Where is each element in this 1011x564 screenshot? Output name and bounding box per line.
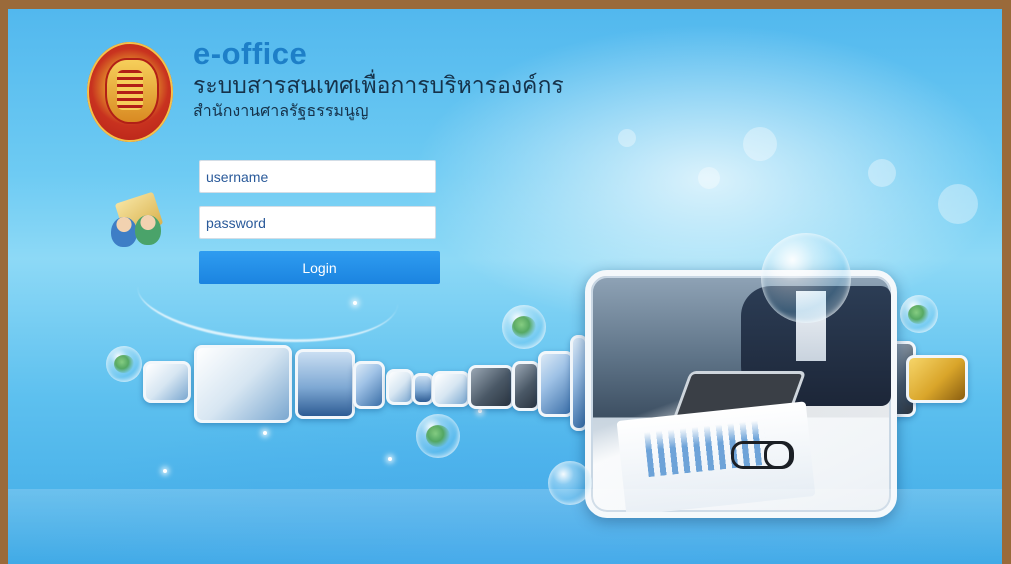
globe-bubble-icon	[502, 305, 546, 349]
sparkle	[263, 431, 267, 435]
court-emblem-icon	[87, 42, 173, 142]
globe-bubble-icon	[106, 346, 142, 382]
bokeh-light	[698, 167, 720, 189]
app-title: e-office	[193, 36, 308, 71]
strip-photo-tile	[353, 361, 385, 409]
featured-business-photo	[585, 270, 897, 518]
strip-photo-tile	[468, 365, 514, 409]
strip-photo-tile	[194, 345, 292, 423]
globe-bubble-icon	[900, 295, 938, 333]
strip-photo-tile	[143, 361, 191, 403]
header-title-block: e-office ระบบสารสนเทศเพื่อการบริหารองค์ก…	[193, 37, 564, 123]
bokeh-light	[618, 129, 636, 147]
strip-photo-tile	[906, 355, 968, 403]
sparkle	[478, 409, 482, 413]
bokeh-light	[938, 184, 978, 224]
username-input[interactable]	[199, 160, 436, 193]
bubble	[761, 233, 851, 323]
system-subtitle: ระบบสารสนเทศเพื่อการบริหารองค์กร	[193, 72, 564, 98]
strip-photo-tile	[538, 351, 574, 417]
sparkle	[163, 469, 167, 473]
strip-photo-tile	[512, 361, 540, 411]
strip-reflection	[8, 489, 1002, 564]
organization-name: สำนักงานศาลรัฐธรรมนูญ	[193, 103, 369, 120]
photo-glasses	[731, 441, 794, 469]
login-page-background: e-office ระบบสารสนเทศเพื่อการบริหารองค์ก…	[8, 9, 1002, 564]
bokeh-light	[868, 159, 896, 187]
strip-photo-tile	[432, 371, 470, 407]
password-input[interactable]	[199, 206, 436, 239]
sparkle	[353, 301, 357, 305]
user-figure	[111, 217, 137, 247]
sparkle	[388, 457, 392, 461]
bokeh-light	[743, 127, 777, 161]
emblem-crest	[105, 58, 159, 124]
strip-photo-tile	[386, 369, 414, 405]
strip-photo-tile	[295, 349, 355, 419]
strip-photo-tile	[412, 373, 434, 405]
globe-bubble-icon	[416, 414, 460, 458]
